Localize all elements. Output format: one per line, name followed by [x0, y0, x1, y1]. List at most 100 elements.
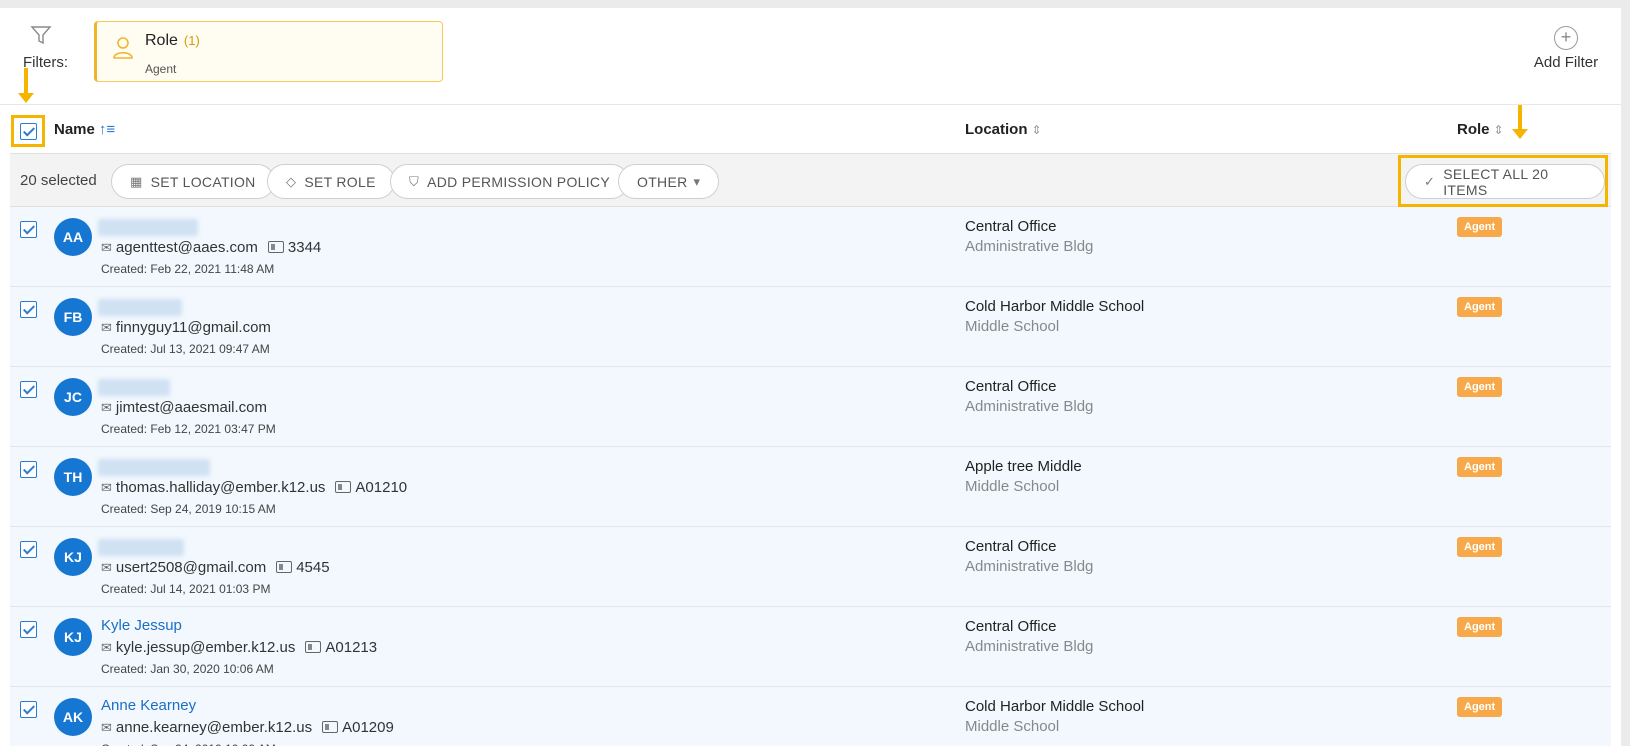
- table-row[interactable]: AK Anne Kearney ✉ anne.kearney@ember.k12.…: [10, 687, 1611, 746]
- table-row[interactable]: KJ ✉ usert2508@gmail.com 4545 Created: Jul…: [10, 527, 1611, 607]
- user-name-link[interactable]: Kyle Jessup: [101, 617, 182, 634]
- role-filter-chip[interactable]: Role (1) Agent: [94, 21, 443, 82]
- row-checkbox[interactable]: [20, 541, 37, 558]
- contact-line: ✉ finnyguy11@gmail.com: [101, 319, 271, 336]
- select-all-items-label: SELECT ALL 20 ITEMS: [1443, 165, 1549, 198]
- column-header-location[interactable]: Location ⇕: [965, 121, 1042, 138]
- row-checkbox[interactable]: [20, 381, 37, 398]
- chip-value: Agent: [145, 62, 177, 76]
- redacted-name: [98, 459, 210, 476]
- role-badge: Agent: [1457, 377, 1503, 397]
- annotation-arrow-checkbox: [18, 68, 34, 103]
- location-type: Administrative Bldg: [965, 558, 1094, 575]
- redacted-name: [98, 539, 184, 556]
- id-card-icon: [322, 721, 339, 733]
- user-email: agenttest@aaes.com: [115, 239, 258, 256]
- table-row[interactable]: JC ✉ jimtest@aaesmail.com Created: Feb 12…: [10, 367, 1611, 447]
- diamond-icon: ◇: [286, 173, 297, 189]
- avatar: TH: [54, 458, 92, 496]
- set-role-button[interactable]: ◇ SET ROLE: [267, 164, 395, 199]
- user-id: 4545: [296, 559, 330, 576]
- location-type: Administrative Bldg: [965, 238, 1094, 255]
- created-date: Created: Jan 30, 2020 10:06 AM: [101, 662, 274, 676]
- user-email: usert2508@gmail.com: [115, 559, 267, 576]
- location-name: Central Office: [965, 618, 1057, 635]
- avatar: JC: [54, 378, 92, 416]
- annotation-highlight-select-all: ✓ SELECT ALL 20 ITEMS: [1398, 155, 1608, 207]
- role-badge: Agent: [1457, 697, 1503, 717]
- created-date: Created: Sep 24, 2019 10:15 AM: [101, 502, 276, 516]
- contact-line: ✉ thomas.halliday@ember.k12.us A01210: [101, 479, 407, 496]
- set-role-label: SET ROLE: [304, 173, 376, 190]
- add-filter-button[interactable]: + Add Filter: [1521, 26, 1611, 71]
- redacted-name: [98, 299, 182, 316]
- row-checkbox[interactable]: [20, 301, 37, 318]
- filters-bar: Filters: Role (1) Agent + Add Filter: [0, 8, 1621, 105]
- funnel-icon[interactable]: [30, 24, 52, 51]
- user-name-link[interactable]: Anne Kearney: [101, 697, 196, 714]
- user-email: jimtest@aaesmail.com: [115, 399, 268, 416]
- column-header-name[interactable]: Name ↑≡: [54, 121, 115, 138]
- sort-toggle-icon[interactable]: ⇕: [1494, 123, 1504, 137]
- select-all-checkbox[interactable]: [20, 123, 37, 140]
- contact-line: ✉ kyle.jessup@ember.k12.us A01213: [101, 639, 377, 656]
- created-date: Created: Jul 14, 2021 01:03 PM: [101, 582, 271, 596]
- row-checkbox[interactable]: [20, 701, 37, 718]
- envelope-icon: ✉: [101, 720, 112, 735]
- location-name: Central Office: [965, 378, 1057, 395]
- role-badge: Agent: [1457, 537, 1503, 557]
- column-location-label: Location: [965, 121, 1028, 138]
- person-icon: [113, 36, 133, 65]
- location-name: Central Office: [965, 538, 1057, 555]
- avatar: AK: [54, 698, 92, 736]
- user-id: A01213: [325, 639, 378, 656]
- role-badge: Agent: [1457, 457, 1503, 477]
- location-name: Cold Harbor Middle School: [965, 298, 1145, 315]
- user-email: kyle.jessup@ember.k12.us: [115, 639, 296, 656]
- row-checkbox[interactable]: [20, 621, 37, 638]
- location-type: Middle School: [965, 478, 1060, 495]
- table-row[interactable]: FB ✉ finnyguy11@gmail.com Created: Jul 13…: [10, 287, 1611, 367]
- sort-toggle-icon[interactable]: ⇕: [1032, 123, 1042, 137]
- row-checkbox[interactable]: [20, 221, 37, 238]
- table-row[interactable]: TH ✉ thomas.halliday@ember.k12.us A01210 C…: [10, 447, 1611, 527]
- location-type: Middle School: [965, 318, 1060, 335]
- plus-circle-icon: +: [1554, 26, 1578, 50]
- annotation-highlight-checkbox: [11, 115, 45, 147]
- table-row[interactable]: KJ Kyle Jessup ✉ kyle.jessup@ember.k12.us…: [10, 607, 1611, 687]
- add-permission-policy-button[interactable]: ⛉ ADD PERMISSION POLICY: [390, 164, 629, 199]
- contact-line: ✉ usert2508@gmail.com 4545: [101, 559, 330, 576]
- sort-ascending-icon[interactable]: ↑≡: [99, 121, 115, 138]
- role-badge: Agent: [1457, 297, 1503, 317]
- other-label: OTHER: [637, 173, 688, 190]
- user-email: anne.kearney@ember.k12.us: [115, 719, 313, 736]
- user-list: AA ✉ agenttest@aaes.com 3344 Created: Feb …: [10, 207, 1611, 746]
- created-date: Created: Feb 12, 2021 03:47 PM: [101, 422, 276, 436]
- bulk-action-bar: 20 selected ▦ SET LOCATION ◇ SET ROLE ⛉ ADD…: [10, 154, 1611, 207]
- envelope-icon: ✉: [101, 480, 112, 495]
- column-header-role[interactable]: Role ⇕: [1457, 121, 1504, 138]
- contact-line: ✉ anne.kearney@ember.k12.us A01209: [101, 719, 394, 736]
- add-filter-label: Add Filter: [1533, 54, 1599, 71]
- selected-count: 20 selected: [20, 172, 97, 189]
- envelope-icon: ✉: [101, 640, 112, 655]
- id-card-icon: [335, 481, 352, 493]
- avatar: KJ: [54, 538, 92, 576]
- row-checkbox[interactable]: [20, 461, 37, 478]
- redacted-name: [98, 219, 198, 236]
- role-badge: Agent: [1457, 217, 1503, 237]
- table-row[interactable]: AA ✉ agenttest@aaes.com 3344 Created: Feb …: [10, 207, 1611, 287]
- select-all-items-button[interactable]: ✓ SELECT ALL 20 ITEMS: [1405, 164, 1605, 199]
- user-email: finnyguy11@gmail.com: [115, 319, 271, 336]
- contact-line: ✉ jimtest@aaesmail.com: [101, 399, 267, 416]
- set-location-button[interactable]: ▦ SET LOCATION: [111, 164, 275, 199]
- other-dropdown[interactable]: OTHER ▾: [618, 164, 720, 199]
- location-name: Apple tree Middle: [965, 458, 1082, 475]
- location-type: Administrative Bldg: [965, 638, 1094, 655]
- chip-title: Role (1): [145, 32, 200, 50]
- building-icon: ▦: [130, 173, 143, 189]
- location-name: Cold Harbor Middle School: [965, 698, 1145, 715]
- table-header: Name ↑≡ Location ⇕ Role ⇕: [10, 105, 1611, 154]
- user-id: A01209: [342, 719, 394, 736]
- column-name-label: Name: [54, 121, 95, 138]
